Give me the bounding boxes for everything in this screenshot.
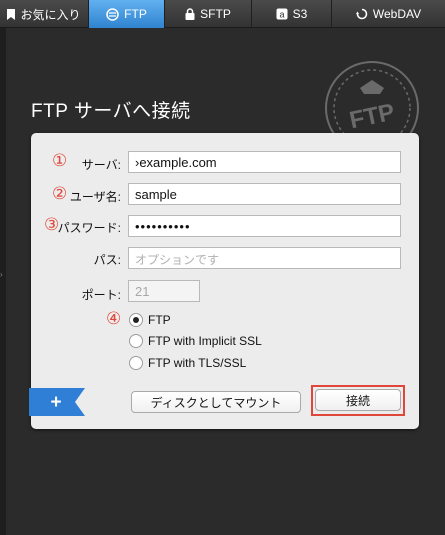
radio-button[interactable] [129, 334, 143, 348]
password-label: パスワード: [57, 221, 121, 235]
page-title: FTP サーバへ接続 [31, 101, 191, 122]
tab-label: お気に入り [20, 7, 81, 22]
tab-label: SFTP [200, 7, 231, 21]
radio-label: FTP with Implicit SSL [148, 334, 262, 348]
radio-ftp-implicit-ssl[interactable]: FTP with Implicit SSL [129, 334, 262, 348]
mount-as-disk-button[interactable]: ディスクとしてマウント [131, 391, 301, 413]
webdav-icon [355, 8, 368, 20]
connect-button[interactable]: 接続 [315, 389, 401, 411]
radio-button-selected[interactable] [129, 313, 143, 327]
annotation-number-4: ④ [106, 309, 122, 328]
add-plus-icon: + [50, 392, 61, 413]
radio-ftp-tls-ssl[interactable]: FTP with TLS/SSL [129, 356, 246, 370]
svg-text:a: a [279, 10, 284, 20]
user-label: ユーザ名: [69, 190, 121, 204]
port-input[interactable]: 21 [128, 280, 200, 302]
server-input[interactable]: ›example.com [128, 151, 401, 173]
port-label: ポート: [81, 288, 121, 302]
ftp-globe-icon [106, 7, 119, 21]
tab-ftp[interactable]: FTP [89, 0, 165, 28]
add-favorite-button[interactable]: + [29, 388, 85, 416]
server-label: サーバ: [81, 158, 121, 172]
path-input[interactable]: オプションです [128, 247, 401, 269]
lock-icon [185, 8, 195, 20]
username-input[interactable]: sample [128, 183, 401, 205]
left-edge-strip [0, 28, 6, 535]
tab-label: WebDAV [372, 7, 422, 21]
stamp-text: FTP [347, 99, 397, 135]
edge-marker-icon: › [0, 270, 3, 279]
tab-label: S3 [292, 7, 308, 21]
s3-logo-icon: a [276, 8, 288, 20]
tab-bar: お気に入り FTP SFTP a S3 WebDAV [0, 0, 445, 28]
tab-webdav[interactable]: WebDAV [332, 0, 445, 28]
bookmark-icon [7, 8, 16, 20]
tab-favorites[interactable]: お気に入り [0, 0, 89, 28]
tab-s3[interactable]: a S3 [252, 0, 332, 28]
tab-label: FTP [124, 7, 147, 21]
tab-sftp[interactable]: SFTP [165, 0, 252, 28]
radio-button[interactable] [129, 356, 143, 370]
radio-label: FTP with TLS/SSL [148, 356, 247, 370]
radio-ftp[interactable]: FTP [129, 313, 171, 327]
path-label: パス: [93, 253, 121, 267]
password-input[interactable]: •••••••••• [128, 215, 401, 237]
radio-label: FTP [148, 313, 171, 327]
